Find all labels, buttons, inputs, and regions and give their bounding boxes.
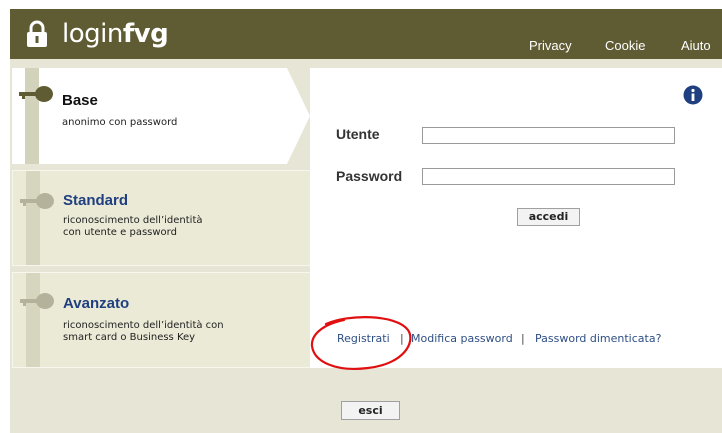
nav-aiuto[interactable]: Aiuto [681,38,711,53]
password-input[interactable] [422,168,675,185]
level-title-base: Base [62,92,98,109]
level-card-base[interactable]: Base anonimo con password [12,68,312,164]
header-bar: loginfvg Privacy Cookie Aiuto [10,9,722,59]
card-stripe [26,171,40,265]
card-arrow-shape [12,68,310,164]
key-icon [19,86,53,102]
user-input[interactable] [422,127,675,144]
exit-button[interactable]: esci [341,401,400,420]
login-button[interactable]: accedi [517,208,580,226]
level-title-avanzato: Avanzato [63,295,130,312]
level-subtitle-avanzato-1: riconoscimento dell’identità con [63,320,224,331]
forgot-password-link[interactable]: Password dimenticata? [535,332,661,345]
lock-icon [27,20,47,47]
change-password-link[interactable]: Modifica password [411,332,513,345]
level-subtitle-standard-1: riconoscimento dell’identità [63,215,203,226]
key-icon [20,193,54,209]
password-label: Password [336,168,403,184]
key-icon [20,293,54,309]
level-subtitle-avanzato-2: smart card o Business Key [63,332,196,343]
logo-light-text: login [62,19,123,49]
nav-privacy[interactable]: Privacy [529,38,572,53]
level-title-standard: Standard [63,192,129,209]
top-strip [0,0,722,9]
logo-bold-text: fvg [122,19,169,49]
card-stripe [26,273,40,367]
app-logo[interactable]: loginfvg [62,19,169,49]
annotation-circle [310,316,412,370]
user-label: Utente [336,126,380,142]
level-subtitle-base: anonimo con password [62,117,178,128]
link-separator: | [521,332,525,345]
level-subtitle-standard-2: con utente e password [63,227,177,238]
level-card-standard[interactable]: Standard riconoscimento dell’identità co… [12,170,312,266]
info-icon[interactable] [683,85,703,105]
level-card-avanzato[interactable]: Avanzato riconoscimento dell’identità co… [12,272,312,368]
nav-cookie[interactable]: Cookie [605,38,645,53]
